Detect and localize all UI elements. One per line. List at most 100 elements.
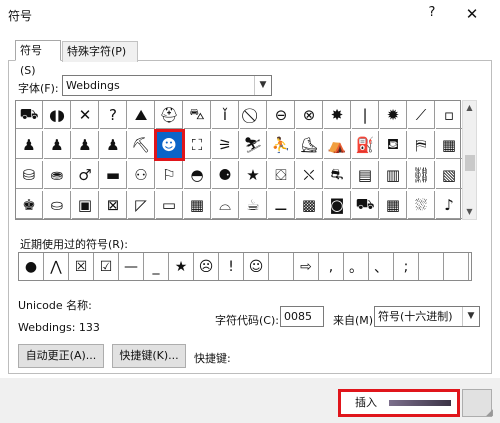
recent-symbol-cell[interactable]	[269, 253, 294, 280]
symbol-cell[interactable]: ▩	[296, 191, 323, 219]
symbol-cell[interactable]: ▭	[156, 191, 183, 219]
symbol-cell[interactable]: ⛑	[156, 101, 183, 129]
symbol-cell[interactable]: ♟	[16, 131, 43, 159]
symbol-cell[interactable]: ▬	[100, 161, 127, 189]
symbol-cell[interactable]: ⛺	[324, 131, 351, 159]
symbol-cell[interactable]: ▥	[380, 161, 407, 189]
shortcut-key-button[interactable]: 快捷键(K)...	[112, 344, 186, 368]
symbol-cell[interactable]: ⚞	[212, 131, 239, 159]
recent-symbol-cell[interactable]: ,	[319, 253, 344, 280]
recent-symbol-cell[interactable]: ★	[169, 253, 194, 280]
close-button[interactable]: ✕	[460, 2, 484, 26]
recent-symbol-cell[interactable]: ●	[19, 253, 44, 280]
symbol-cell[interactable]: ⊖	[268, 101, 295, 129]
symbol-cell[interactable]: ✕	[72, 101, 99, 129]
symbol-cell[interactable]: ▦	[184, 191, 211, 219]
symbol-cell[interactable]: ◙	[324, 191, 351, 219]
recent-symbol-cell[interactable]: ☑	[94, 253, 119, 280]
symbol-cell[interactable]: ⛾	[380, 131, 407, 159]
symbol-cell[interactable]: ⚊	[268, 191, 295, 219]
char-code-input[interactable]: 0085	[280, 306, 324, 327]
symbol-cell[interactable]: ⛿	[408, 131, 435, 159]
symbol-cell[interactable]: ǐ	[212, 101, 239, 129]
symbol-cell[interactable]: ⚈	[212, 161, 239, 189]
symbol-cell[interactable]: ▧	[436, 161, 463, 189]
scroll-up-icon[interactable]: ▲	[463, 101, 476, 115]
symbol-cell[interactable]: ✹	[380, 101, 407, 129]
recent-symbol-cell[interactable]: _	[144, 253, 169, 280]
symbol-cell[interactable]: ⛏	[128, 131, 155, 159]
symbol-cell[interactable]: ♪	[436, 191, 463, 219]
symbol-cell[interactable]: ⌓	[212, 191, 239, 219]
symbol-cell[interactable]: ⊠	[100, 191, 127, 219]
symbol-cell[interactable]: ⛋	[268, 161, 295, 189]
symbol-grid-scrollbar[interactable]: ▲ ▼	[462, 100, 477, 220]
recent-symbol-cell[interactable]: ☺	[244, 253, 269, 280]
symbol-cell[interactable]: ♟	[44, 131, 71, 159]
tab-symbols[interactable]: 符号(S)	[15, 40, 61, 77]
symbol-cell[interactable]: ⛸	[296, 131, 323, 159]
tab-special-characters[interactable]: 特殊字符(P)	[62, 41, 138, 62]
chevron-down-icon[interactable]: ▼	[254, 76, 271, 95]
symbol-cell[interactable]: ⛐	[324, 161, 351, 189]
font-select[interactable]: Webdings ▼	[62, 75, 272, 96]
symbol-cell[interactable]: ⛹	[268, 131, 295, 159]
symbol-cell[interactable]: ◓	[184, 161, 211, 189]
help-button[interactable]: ?	[424, 5, 440, 23]
symbol-cell[interactable]: ⛟	[16, 101, 43, 129]
symbol-cell[interactable]: ♂	[72, 161, 99, 189]
symbol-cell[interactable]: ▤	[352, 161, 379, 189]
recent-symbol-cell[interactable]: 。	[344, 253, 369, 280]
recent-symbols-row: ● ⋀ ☒ ☑ — _ ★ ☹! ☺ ⇨,。、;	[18, 252, 472, 281]
recent-symbol-cell[interactable]: ☒	[69, 253, 94, 280]
symbol-cell[interactable]: ⛰	[128, 101, 155, 129]
symbol-cell[interactable]: ⚐	[156, 161, 183, 189]
recent-symbol-cell[interactable]: 、	[369, 253, 394, 280]
recent-symbol-cell[interactable]: ⇨	[294, 253, 319, 280]
symbol-cell[interactable]: ◖◗	[44, 101, 71, 129]
symbol-cell[interactable]: ▣	[72, 191, 99, 219]
symbol-cell[interactable]: ⛂	[44, 161, 71, 189]
recent-symbol-cell[interactable]	[444, 253, 469, 280]
symbol-cell[interactable]: ★	[240, 161, 267, 189]
symbol-cell[interactable]: ⛀	[44, 191, 71, 219]
symbol-cell[interactable]: ⛶	[184, 131, 211, 159]
symbol-cell[interactable]: ♚	[16, 191, 43, 219]
symbol-cell[interactable]: ⛍	[184, 101, 211, 129]
symbol-cell[interactable]: ▫	[436, 101, 463, 129]
symbol-cell[interactable]: ▦	[380, 191, 407, 219]
symbol-cell[interactable]: ◸	[128, 191, 155, 219]
symbol-cell[interactable]: ⚇	[128, 161, 155, 189]
symbol-cell[interactable]: ✸	[324, 101, 351, 129]
selected-symbol-cell[interactable]: ☻	[154, 129, 185, 161]
scroll-thumb[interactable]	[465, 155, 475, 171]
recent-symbol-cell[interactable]: ☹	[194, 253, 219, 280]
resize-grip-icon[interactable]: ◢	[486, 408, 496, 418]
symbol-cell[interactable]: ☕	[240, 191, 267, 219]
recent-symbol-cell[interactable]: ⋀	[44, 253, 69, 280]
symbol-cell[interactable]: ♟	[100, 131, 127, 159]
insert-button[interactable]: 插入	[338, 389, 460, 417]
symbol-cell[interactable]: ⛷	[240, 131, 267, 159]
scroll-down-icon[interactable]: ▼	[463, 205, 476, 219]
symbol-cell[interactable]: ♟	[72, 131, 99, 159]
symbol-cell[interactable]: ⛓	[408, 161, 435, 189]
symbol-cell[interactable]: ⛆	[408, 191, 435, 219]
symbol-cell[interactable]: |	[352, 101, 379, 129]
symbol-cell[interactable]: ⛟	[352, 191, 379, 219]
from-select[interactable]: 符号(十六进制) ▼	[374, 306, 480, 327]
recent-symbol-cell[interactable]: !	[219, 253, 244, 280]
symbol-cell[interactable]: ⛁	[16, 161, 43, 189]
symbol-cell[interactable]: ⊗	[296, 101, 323, 129]
symbol-cell[interactable]: ⟋	[408, 101, 435, 129]
symbol-cell[interactable]: ⛌	[296, 161, 323, 189]
recent-symbol-cell[interactable]: —	[119, 253, 144, 280]
symbol-cell[interactable]: ⛽	[352, 131, 379, 159]
autocorrect-button[interactable]: 自动更正(A)...	[18, 344, 104, 368]
recent-symbol-cell[interactable]: ;	[394, 253, 419, 280]
chevron-down-icon[interactable]: ▼	[462, 307, 479, 326]
symbol-cell[interactable]: ?	[100, 101, 127, 129]
symbol-cell[interactable]: ⃠	[240, 101, 267, 129]
recent-symbol-cell[interactable]	[419, 253, 444, 280]
symbol-cell[interactable]: ▦	[436, 131, 463, 159]
